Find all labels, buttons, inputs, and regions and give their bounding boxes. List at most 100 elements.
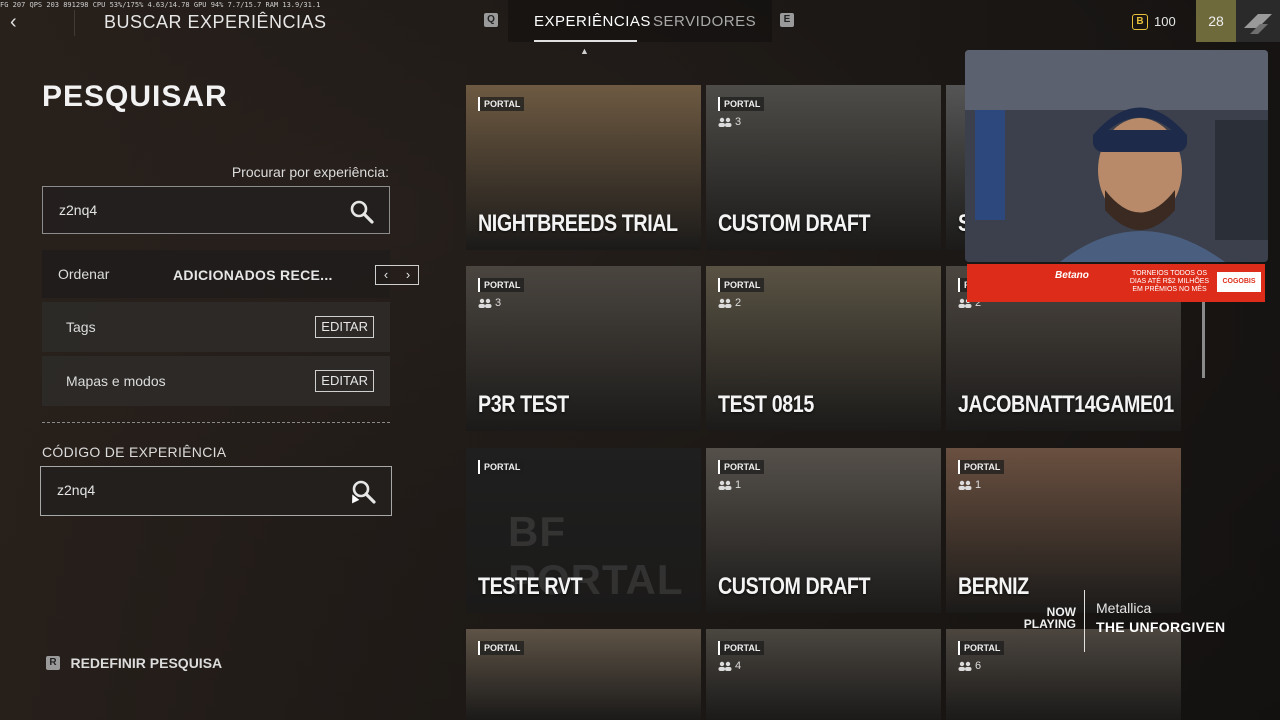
portal-badge: PORTAL <box>478 278 525 292</box>
divider <box>42 422 390 423</box>
experience-card[interactable]: PORTAL BF PORTAL TESTE RVT <box>466 448 701 613</box>
experience-card[interactable]: PORTAL 1 BERNIZ <box>946 448 1181 613</box>
player-count-value: 1 <box>975 479 982 491</box>
tab-experiencias[interactable]: EXPERIÊNCIAS <box>534 13 651 30</box>
sponsor-text: TORNEIOS TODOS OS DIAS ATÉ R$2 MILHÕES E… <box>1129 270 1210 293</box>
player-count-value: 1 <box>735 479 742 491</box>
currency-value: 100 <box>1154 14 1176 29</box>
portal-badge: PORTAL <box>718 460 765 474</box>
grid-scrollbar[interactable] <box>1202 300 1205 378</box>
chevron-right-icon[interactable]: › <box>398 266 418 284</box>
players-icon <box>958 661 972 672</box>
sponsor-cta: COGOBIS <box>1217 272 1261 292</box>
card-title: BERNIZ <box>958 573 1029 600</box>
search-input-value: z2nq4 <box>59 202 98 218</box>
tab-servidores[interactable]: SERVIDORES <box>653 13 756 30</box>
chevron-left-icon[interactable]: ‹ <box>376 266 396 284</box>
reset-search-label: REDEFINIR PESQUISA <box>70 654 223 671</box>
player-count: 3 <box>718 115 741 129</box>
card-title: TESTE RVT <box>478 573 583 600</box>
code-input-value: z2nq4 <box>57 482 96 498</box>
player-count-value: 3 <box>495 297 502 309</box>
player-count: 3 <box>478 296 501 310</box>
maps-modes-label: Mapas e modos <box>66 373 166 389</box>
sort-row[interactable]: Ordenar ADICIONADOS RECE... ‹ › <box>42 250 419 298</box>
tags-label: Tags <box>66 319 96 335</box>
player-level-badge[interactable]: 28 <box>1196 0 1236 42</box>
players-icon <box>718 117 732 128</box>
portal-badge: PORTAL <box>718 278 765 292</box>
player-count: 4 <box>718 659 741 673</box>
back-arrow-icon[interactable]: ‹ <box>10 10 30 34</box>
card-title: CUSTOM DRAFT <box>718 210 871 237</box>
now-playing-artist: Metallica <box>1096 600 1152 616</box>
rank-emblem-icon[interactable] <box>1236 0 1280 42</box>
now-playing-song: THE UNFORGIVEN <box>1096 619 1226 635</box>
experience-card[interactable]: PORTAL 1 CUSTOM DRAFT <box>706 448 941 613</box>
webcam-overlay <box>965 50 1268 262</box>
reset-search-button[interactable]: R REDEFINIR PESQUISA <box>46 654 222 672</box>
search-heading: PESQUISAR <box>42 80 228 113</box>
edit-tags-button[interactable]: EDITAR <box>315 316 374 338</box>
search-label: Procurar por experiência: <box>231 164 389 180</box>
player-count: 6 <box>958 659 981 673</box>
card-title: CUSTOM DRAFT <box>718 573 871 600</box>
portal-badge: PORTAL <box>718 641 765 655</box>
now-playing-divider <box>1084 590 1085 652</box>
b-coin-icon: B <box>1132 14 1148 30</box>
experience-card[interactable]: PORTAL <box>466 629 701 720</box>
page-title: BUSCAR EXPERIÊNCIAS <box>104 12 327 32</box>
experience-search-input[interactable]: z2nq4 <box>42 186 390 234</box>
player-count: 2 <box>718 296 741 310</box>
key-hint-r: R <box>46 655 60 670</box>
currency-display: B 100 <box>1132 13 1192 31</box>
portal-badge: PORTAL <box>958 460 1005 474</box>
sort-arrows[interactable]: ‹ › <box>375 265 419 285</box>
player-count-value: 6 <box>975 660 982 672</box>
now-playing-label: NOW PLAYING <box>1023 605 1076 631</box>
edit-maps-button[interactable]: EDITAR <box>315 370 374 392</box>
player-count-value: 3 <box>735 116 742 128</box>
card-title: P3R TEST <box>478 391 569 418</box>
sort-label: Ordenar <box>58 266 110 282</box>
experience-card[interactable]: PORTAL NIGHTBREEDS TRIAL <box>466 85 701 250</box>
sponsor-banner[interactable]: Betano TORNEIOS TODOS OS DIAS ATÉ R$2 MI… <box>967 264 1265 302</box>
experience-code-label: CÓDIGO DE EXPERIÊNCIA <box>42 444 227 460</box>
caret-up-icon: ▲ <box>580 46 589 56</box>
players-icon <box>718 298 732 309</box>
webcam-image <box>965 50 1268 262</box>
portal-badge: PORTAL <box>478 641 525 655</box>
experience-card[interactable]: S <box>946 85 966 250</box>
players-icon <box>718 480 732 491</box>
experience-card[interactable]: PORTAL 4 <box>706 629 941 720</box>
players-icon <box>958 480 972 491</box>
portal-badge: PORTAL <box>478 460 525 474</box>
experience-card[interactable]: PORTAL 6 <box>946 629 1181 720</box>
active-tab-indicator <box>534 40 637 42</box>
experience-code-input[interactable]: z2nq4 <box>40 466 392 516</box>
sort-value: ADICIONADOS RECE... <box>173 267 333 283</box>
experience-card[interactable]: PORTAL 3 CUSTOM DRAFT <box>706 85 941 250</box>
player-count: 1 <box>958 478 981 492</box>
card-title: TEST 0815 <box>718 391 814 418</box>
experience-card[interactable]: PORTAL 3 P3R TEST <box>466 266 701 431</box>
experience-card[interactable]: PORTAL 2 TEST 0815 <box>706 266 941 431</box>
maps-modes-row[interactable]: Mapas e modos EDITAR <box>42 356 390 406</box>
key-hint-e[interactable]: E <box>780 13 794 27</box>
header-divider <box>74 10 75 36</box>
key-hint-q[interactable]: Q <box>484 13 498 27</box>
sponsor-brand: Betano <box>1055 270 1089 281</box>
player-count-value: 2 <box>735 297 742 309</box>
card-title: JACOBNATT14GAME01 <box>958 391 1174 418</box>
players-icon <box>478 298 492 309</box>
player-count-value: 4 <box>735 660 742 672</box>
search-icon[interactable] <box>349 199 375 225</box>
players-icon <box>718 661 732 672</box>
portal-badge: PORTAL <box>478 97 525 111</box>
tags-row[interactable]: Tags EDITAR <box>42 302 390 352</box>
portal-badge: PORTAL <box>718 97 765 111</box>
performance-overlay: FG 207 QPS 203 891298 CPU 53%/175% 4.63/… <box>0 1 321 9</box>
player-count: 1 <box>718 478 741 492</box>
portal-badge: PORTAL <box>958 641 1005 655</box>
card-title: NIGHTBREEDS TRIAL <box>478 210 678 237</box>
